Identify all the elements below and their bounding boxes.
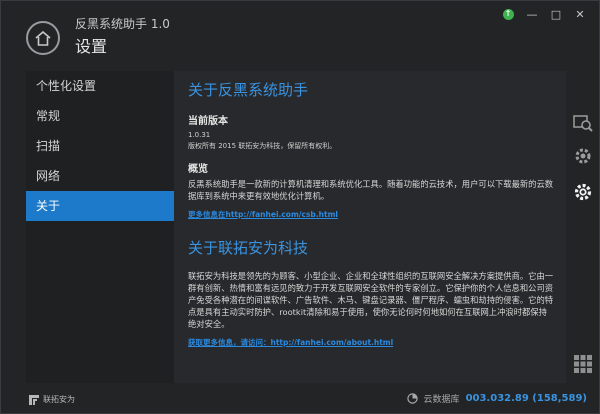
maximize-button[interactable]: □ bbox=[549, 7, 563, 21]
cloud-db-label: 云数据库 bbox=[423, 395, 460, 405]
sidebar-item-about[interactable]: 关于 bbox=[26, 191, 174, 221]
home-button[interactable] bbox=[26, 21, 60, 55]
window-controls: ↑ — □ ✕ bbox=[501, 7, 587, 21]
scan-icon[interactable] bbox=[573, 112, 593, 132]
company-text: 联拓安为科技是领先的为顾客、小型企业、企业和全球性组织的互联网安全解决方案提供商… bbox=[188, 271, 554, 329]
header: 反黑系统助手 1.0 设置 ↑ — □ ✕ bbox=[1, 1, 599, 69]
about-panel: 关于反黑系统助手 当前版本 1.0.31 版权所有 2015 联拓安为科技，保留… bbox=[174, 71, 566, 383]
sidebar-item-scan[interactable]: 扫描 bbox=[26, 131, 174, 161]
close-button[interactable]: ✕ bbox=[573, 7, 587, 21]
brand-name: 联拓安为 bbox=[43, 395, 75, 404]
update-button[interactable]: ↑ bbox=[501, 7, 515, 21]
cloud-db-version: 003.032.89 (158,589) bbox=[465, 393, 587, 404]
sidebar-item-personalize[interactable]: 个性化设置 bbox=[26, 71, 174, 101]
sidebar: 个性化设置 常规 扫描 网络 关于 bbox=[26, 71, 174, 383]
page-title: 设置 bbox=[75, 37, 108, 56]
minimize-button[interactable]: — bbox=[525, 7, 539, 21]
copyright-text: 版权所有 2015 联拓安为科技，保留所有权利。 bbox=[188, 142, 337, 150]
optimize-gear-icon[interactable] bbox=[573, 146, 593, 166]
home-icon bbox=[35, 30, 51, 46]
cloud-db-status: 云数据库 003.032.89 (158,589) bbox=[406, 392, 587, 405]
version-heading: 当前版本 bbox=[188, 116, 228, 127]
sidebar-item-general[interactable]: 常规 bbox=[26, 101, 174, 131]
update-arrow-icon: ↑ bbox=[502, 8, 514, 20]
apps-grid-icon[interactable] bbox=[573, 354, 593, 374]
sidebar-item-network[interactable]: 网络 bbox=[26, 161, 174, 191]
overview-heading: 概览 bbox=[188, 164, 208, 175]
app-info-link[interactable]: 更多信息在http://fanhei.com/csb.html bbox=[188, 209, 338, 220]
about-company-title: 关于联拓安为科技 bbox=[188, 239, 309, 257]
cloud-db-icon bbox=[406, 393, 418, 404]
brand-logo-icon bbox=[29, 394, 39, 405]
footer: 联拓安为 云数据库 003.032.89 (158,589) bbox=[1, 385, 599, 413]
settings-gear-icon[interactable] bbox=[573, 182, 593, 202]
brand: 联拓安为 bbox=[29, 394, 75, 405]
about-app-title: 关于反黑系统助手 bbox=[188, 81, 309, 99]
overview-text: 反黑系统助手是一款新的计算机清理和系统优化工具。随着功能的云技术，用户可以下载最… bbox=[188, 179, 554, 201]
app-title: 反黑系统助手 1.0 bbox=[75, 17, 170, 31]
company-info-link[interactable]: 获取更多信息，请访问：http://fanhei.com/about.html bbox=[188, 337, 393, 348]
version-value: 1.0.31 bbox=[188, 131, 211, 139]
app-window: 反黑系统助手 1.0 设置 ↑ — □ ✕ 个性化设置 常规 扫描 网络 关于 … bbox=[0, 0, 600, 414]
